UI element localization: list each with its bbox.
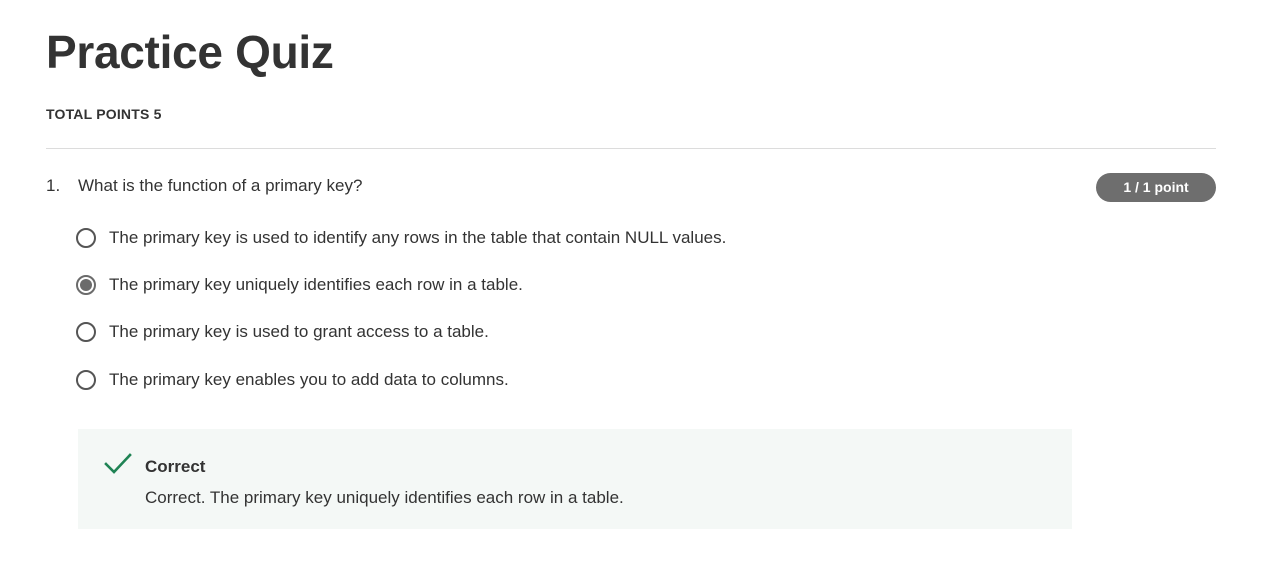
answer-option-1[interactable]: The primary key is used to identify any … xyxy=(76,224,726,252)
radio-button[interactable] xyxy=(76,322,96,342)
radio-button[interactable] xyxy=(76,228,96,248)
total-points-label: TOTAL POINTS 5 xyxy=(46,106,162,122)
answer-option-label: The primary key is used to grant access … xyxy=(109,322,489,341)
feedback-status: Correct xyxy=(145,457,206,476)
answer-option-label: The primary key enables you to add data … xyxy=(109,370,509,389)
feedback-message: Correct. The primary key uniquely identi… xyxy=(145,488,624,507)
radio-button[interactable] xyxy=(76,370,96,390)
question-number: 1. xyxy=(46,176,61,195)
answer-option-label: The primary key uniquely identifies each… xyxy=(109,275,523,294)
answer-option-3[interactable]: The primary key is used to grant access … xyxy=(76,318,489,346)
page-title: Practice Quiz xyxy=(46,26,334,78)
score-badge: 1 / 1 point xyxy=(1096,173,1216,202)
answer-option-2[interactable]: The primary key uniquely identifies each… xyxy=(76,271,523,299)
header-divider xyxy=(46,148,1216,149)
radio-button-selected[interactable] xyxy=(76,275,96,295)
answer-option-label: The primary key is used to identify any … xyxy=(109,228,727,247)
checkmark-icon xyxy=(104,453,132,474)
radio-selected-dot xyxy=(80,279,92,291)
answer-option-4[interactable]: The primary key enables you to add data … xyxy=(76,366,509,394)
feedback-panel: Correct Correct. The primary key uniquel… xyxy=(78,429,1072,529)
question-text: What is the function of a primary key? xyxy=(78,176,363,195)
